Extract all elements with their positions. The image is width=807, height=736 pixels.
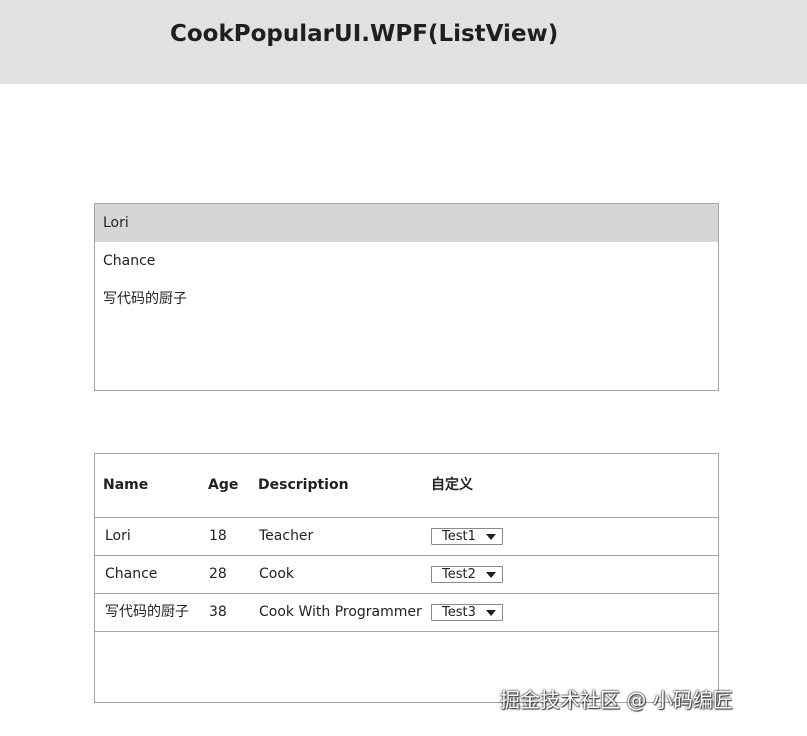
cell-name: Lori	[105, 528, 131, 544]
cell-name: 写代码的厨子	[105, 604, 189, 620]
cell-description: Cook With Programmer	[259, 604, 422, 620]
table-row[interactable]: Lori 18 Teacher Test1	[95, 518, 718, 556]
cell-description: Teacher	[259, 528, 314, 544]
dropdown-arrow-icon[interactable]	[486, 572, 496, 578]
cell-age: 28	[209, 566, 227, 582]
grid-listview[interactable]: Name Age Description 自定义 Lori 18 Teacher…	[94, 453, 719, 703]
custom-combobox[interactable]: Test3	[431, 604, 503, 621]
table-row[interactable]: 写代码的厨子 38 Cook With Programmer Test3	[95, 594, 718, 632]
dropdown-arrow-icon[interactable]	[486, 610, 496, 616]
custom-combobox[interactable]: Test1	[431, 528, 503, 545]
watermark: 掘金技术社区 @ 小码编匠	[500, 688, 733, 712]
cell-age: 18	[209, 528, 227, 544]
list-item[interactable]: Chance	[95, 242, 718, 280]
cell-age: 38	[209, 604, 227, 620]
window-title: CookPopularUI.WPF(ListView)	[170, 21, 559, 47]
title-bar: CookPopularUI.WPF(ListView)	[0, 0, 807, 84]
simple-listview[interactable]: Lori Chance 写代码的厨子	[94, 203, 719, 391]
combobox-value: Test3	[442, 605, 476, 620]
column-header-name[interactable]: Name	[103, 454, 148, 517]
table-row[interactable]: Chance 28 Cook Test2	[95, 556, 718, 594]
column-header-description[interactable]: Description	[258, 454, 349, 517]
column-header-custom[interactable]: 自定义	[431, 454, 473, 517]
list-item[interactable]: 写代码的厨子	[95, 280, 718, 318]
dropdown-arrow-icon[interactable]	[486, 534, 496, 540]
column-header-age[interactable]: Age	[208, 454, 238, 517]
custom-combobox[interactable]: Test2	[431, 566, 503, 583]
combobox-value: Test1	[442, 529, 476, 544]
cell-name: Chance	[105, 566, 158, 582]
combobox-value: Test2	[442, 567, 476, 582]
list-item[interactable]: Lori	[95, 204, 718, 242]
grid-header: Name Age Description 自定义	[95, 454, 718, 518]
cell-description: Cook	[259, 566, 295, 582]
